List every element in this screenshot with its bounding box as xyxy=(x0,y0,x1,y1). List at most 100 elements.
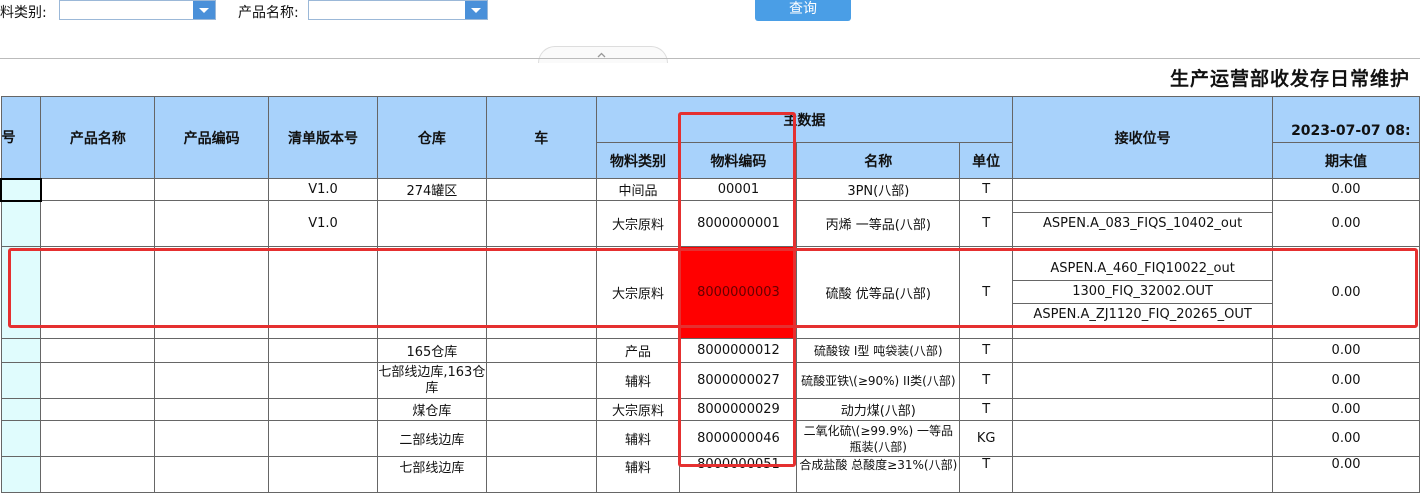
material-type-cell[interactable]: 大宗原料 xyxy=(595,398,681,421)
warehouse-cell[interactable]: 七部线边库,163仓库 xyxy=(376,362,487,399)
end-value-cell[interactable]: 0.00 xyxy=(1272,338,1420,363)
product-code-cell[interactable] xyxy=(154,420,270,457)
product-name-cell[interactable] xyxy=(40,338,156,363)
vehicle-cell[interactable] xyxy=(485,246,597,339)
chevron-down-icon[interactable] xyxy=(193,1,215,19)
chevron-down-icon[interactable] xyxy=(465,1,487,19)
product-name-cell[interactable] xyxy=(40,200,156,247)
product-name-select[interactable] xyxy=(308,0,488,20)
end-value-cell[interactable]: 0.00 xyxy=(1272,178,1420,201)
unit-cell[interactable]: T xyxy=(959,178,1014,201)
row-index-cell[interactable] xyxy=(0,456,42,493)
product-name-cell[interactable] xyxy=(40,178,156,201)
row-index-cell[interactable] xyxy=(0,246,42,339)
receiving-cell[interactable] xyxy=(1012,420,1274,457)
product-name-cell[interactable] xyxy=(40,398,156,421)
vehicle-cell[interactable] xyxy=(485,420,597,457)
list-version-cell[interactable]: V1.0 xyxy=(268,200,378,247)
material-code-cell[interactable]: 8000000029 xyxy=(679,398,798,421)
material-name-cell[interactable]: 二氧化硫\(≥99.9%) 一等品 瓶装(八部) xyxy=(796,420,961,457)
material-type-cell[interactable]: 产品 xyxy=(595,338,681,363)
unit-cell[interactable]: T xyxy=(959,200,1014,247)
product-code-cell[interactable] xyxy=(154,338,270,363)
material-type-select[interactable] xyxy=(59,0,216,20)
product-code-cell[interactable] xyxy=(154,200,270,247)
table-row[interactable]: 二部线边库 辅料 8000000046 二氧化硫\(≥99.9%) 一等品 瓶装… xyxy=(0,420,1420,457)
material-name-cell[interactable]: 硫酸亚铁\(≥90%) II类(八部) xyxy=(796,362,961,399)
material-code-cell[interactable]: 8000000012 xyxy=(679,338,798,363)
unit-cell[interactable]: T xyxy=(959,456,1014,493)
table-row[interactable]: V1.0 大宗原料 8000000001 丙烯 一等品(八部) T ASPEN.… xyxy=(0,200,1420,247)
receiving-entry[interactable]: ASPEN.A_460_FIQ10022_out xyxy=(1013,258,1272,281)
receiving-entry[interactable]: ASPEN.A_ZJ1120_FIQ_20265_OUT xyxy=(1013,304,1272,327)
material-type-cell[interactable]: 中间品 xyxy=(595,178,681,201)
warehouse-cell[interactable] xyxy=(376,246,487,339)
list-version-cell[interactable]: V1.0 xyxy=(268,178,378,201)
end-value-cell[interactable]: 0.00 xyxy=(1272,456,1420,493)
receiving-cell[interactable] xyxy=(1012,178,1274,201)
list-version-cell[interactable] xyxy=(268,420,378,457)
receiving-cell[interactable] xyxy=(1012,398,1274,421)
table-row[interactable]: V1.0 274罐区 中间品 00001 3PN(八部) T 0.00 xyxy=(0,177,1420,202)
material-code-cell-highlighted[interactable]: 8000000003 xyxy=(679,246,798,339)
receiving-cell[interactable] xyxy=(1012,456,1274,493)
product-code-cell[interactable] xyxy=(154,362,270,399)
material-name-cell[interactable]: 硫酸铵 I型 吨袋装(八部) xyxy=(796,338,961,363)
material-name-cell[interactable]: 硫酸 优等品(八部) xyxy=(796,246,961,339)
vehicle-cell[interactable] xyxy=(485,338,597,363)
warehouse-cell[interactable]: 煤仓库 xyxy=(376,398,487,421)
unit-cell[interactable]: T xyxy=(959,338,1014,363)
material-code-cell[interactable]: 8000000046 xyxy=(679,420,798,457)
vehicle-cell[interactable] xyxy=(485,398,597,421)
material-code-cell[interactable]: 8000000001 xyxy=(679,200,798,247)
row-index-cell[interactable] xyxy=(0,420,42,457)
material-type-cell[interactable]: 辅料 xyxy=(595,362,681,399)
table-row[interactable]: 煤仓库 大宗原料 8000000029 动力煤(八部) T 0.00 xyxy=(0,398,1420,421)
table-row[interactable]: 165仓库 产品 8000000012 硫酸铵 I型 吨袋装(八部) T 0.0… xyxy=(0,338,1420,363)
material-type-cell[interactable]: 辅料 xyxy=(595,456,681,493)
material-code-cell[interactable]: 8000000027 xyxy=(679,362,798,399)
row-index-cell[interactable] xyxy=(0,362,42,399)
product-code-cell[interactable] xyxy=(154,456,270,493)
product-code-cell[interactable] xyxy=(154,246,270,339)
list-version-cell[interactable] xyxy=(268,246,378,339)
receiving-cell[interactable]: ASPEN.A_083_FIQS_10402_out xyxy=(1012,200,1274,247)
row-index-cell[interactable] xyxy=(0,398,42,421)
vehicle-cell[interactable] xyxy=(485,362,597,399)
table-row[interactable]: 七部线边库 辅料 8000000051 合成盐酸 总酸度≥31%(八部) T 0… xyxy=(0,456,1420,493)
warehouse-cell[interactable] xyxy=(376,200,487,247)
end-value-cell[interactable]: 0.00 xyxy=(1272,200,1420,247)
material-code-cell[interactable]: 8000000051 xyxy=(679,456,798,493)
receiving-cell[interactable] xyxy=(1012,362,1274,399)
material-name-cell[interactable]: 丙烯 一等品(八部) xyxy=(796,200,961,247)
warehouse-cell[interactable]: 274罐区 xyxy=(376,178,487,201)
table-row[interactable]: 七部线边库,163仓库 辅料 8000000027 硫酸亚铁\(≥90%) II… xyxy=(0,362,1420,399)
product-name-cell[interactable] xyxy=(40,420,156,457)
material-type-cell[interactable]: 大宗原料 xyxy=(595,246,681,339)
material-name-cell[interactable]: 3PN(八部) xyxy=(796,178,961,201)
product-name-cell[interactable] xyxy=(40,456,156,493)
receiving-cell[interactable] xyxy=(1012,338,1274,363)
product-name-cell[interactable] xyxy=(40,246,156,339)
product-code-cell[interactable] xyxy=(154,178,270,201)
row-index-cell[interactable] xyxy=(0,200,42,247)
end-value-cell[interactable]: 0.00 xyxy=(1272,362,1420,399)
receiving-entry[interactable]: ASPEN.A_083_FIQS_10402_out xyxy=(1014,213,1272,235)
unit-cell[interactable]: T xyxy=(959,362,1014,399)
vehicle-cell[interactable] xyxy=(485,200,597,247)
end-value-cell[interactable]: 0.00 xyxy=(1272,398,1420,421)
material-type-cell[interactable]: 辅料 xyxy=(595,420,681,457)
row-index-cell[interactable] xyxy=(0,177,42,202)
receiving-entry[interactable]: 1300_FIQ_32002.OUT xyxy=(1013,281,1272,304)
end-value-cell[interactable]: 0.00 xyxy=(1272,420,1420,457)
list-version-cell[interactable] xyxy=(268,338,378,363)
warehouse-cell[interactable]: 165仓库 xyxy=(376,338,487,363)
warehouse-cell[interactable]: 二部线边库 xyxy=(376,420,487,457)
table-row-highlighted[interactable]: 大宗原料 8000000003 硫酸 优等品(八部) T ASPEN.A_460… xyxy=(0,246,1420,339)
unit-cell[interactable]: KG xyxy=(959,420,1014,457)
material-code-cell[interactable]: 00001 xyxy=(679,178,798,201)
vehicle-cell[interactable] xyxy=(485,456,597,493)
end-value-cell[interactable]: 0.00 xyxy=(1272,246,1420,339)
material-name-cell[interactable]: 合成盐酸 总酸度≥31%(八部) xyxy=(796,456,961,493)
list-version-cell[interactable] xyxy=(268,398,378,421)
